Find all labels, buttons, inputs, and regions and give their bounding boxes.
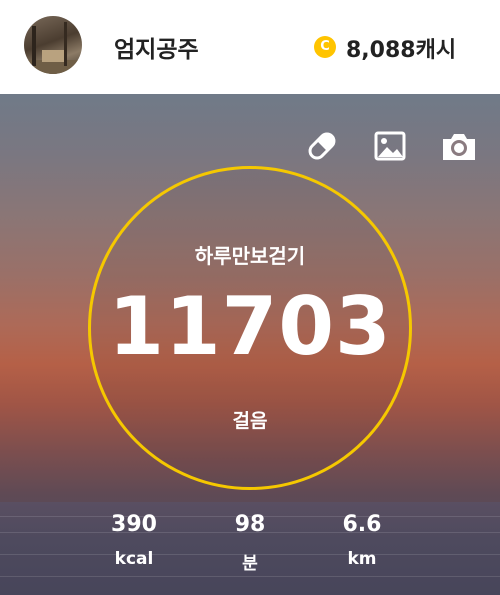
cash-balance[interactable]: 8,088캐시 bbox=[346, 32, 456, 64]
stat-minutes: 98 분 bbox=[200, 512, 300, 574]
coin-icon: C bbox=[314, 36, 336, 58]
stat-unit: 분 bbox=[242, 554, 258, 574]
stat-distance: 6.6 km bbox=[312, 512, 412, 569]
goal-title: 하루만보걷기 bbox=[194, 244, 306, 268]
pill-icon[interactable] bbox=[302, 126, 342, 166]
avatar-tree bbox=[32, 26, 36, 66]
camera-icon[interactable] bbox=[439, 126, 479, 166]
stat-unit: km bbox=[347, 549, 377, 569]
top-bar: 엄지공주 C 8,088캐시 bbox=[0, 0, 500, 94]
stat-value: 98 bbox=[234, 512, 266, 537]
gallery-icon[interactable] bbox=[370, 126, 410, 166]
stat-unit: kcal bbox=[114, 549, 154, 569]
stat-value: 6.6 bbox=[342, 512, 382, 537]
step-unit: 걸음 bbox=[232, 410, 268, 432]
avatar-hut bbox=[42, 50, 64, 62]
stat-value: 390 bbox=[111, 512, 157, 537]
stat-calories: 390 kcal bbox=[84, 512, 184, 569]
avatar[interactable] bbox=[24, 16, 82, 74]
avatar-tree bbox=[64, 22, 67, 66]
pedometer-panel: 하루만보걷기 11703 걸음 390 kcal 98 분 6.6 km bbox=[0, 94, 500, 595]
step-count: 11703 bbox=[108, 280, 392, 373]
username[interactable]: 엄지공주 bbox=[114, 30, 199, 64]
